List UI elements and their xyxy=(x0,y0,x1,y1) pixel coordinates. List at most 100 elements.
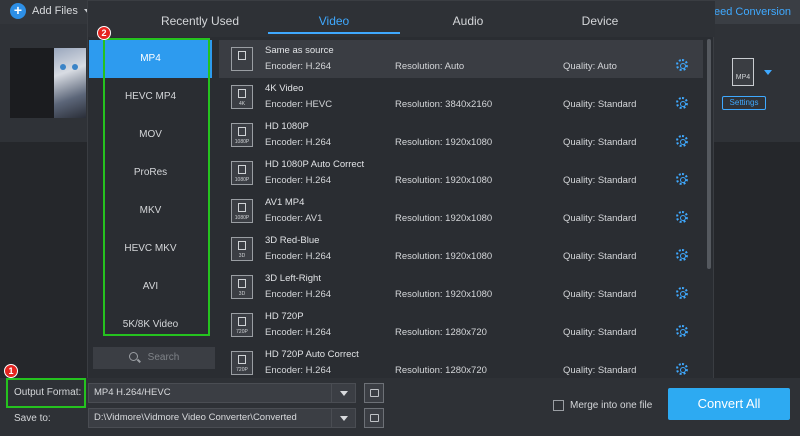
preset-encoder: Encoder: H.264 xyxy=(265,251,332,262)
preset-encoder: Encoder: AV1 xyxy=(265,213,323,224)
tab-device[interactable]: Device xyxy=(540,1,660,37)
cube-glyph xyxy=(238,241,246,250)
film-glyph xyxy=(238,89,246,98)
output-format-label: Output Format: xyxy=(14,387,82,398)
format-item-hevc-mkv[interactable]: HEVC MKV xyxy=(89,230,212,268)
gear-icon[interactable] xyxy=(676,287,688,299)
film-glyph xyxy=(238,355,246,364)
preset-icon-label: 720P xyxy=(236,329,248,335)
gear-icon[interactable] xyxy=(676,173,688,185)
format-item-5k8k-video[interactable]: 5K/8K Video xyxy=(89,306,212,344)
tab-recently-used[interactable]: Recently Used xyxy=(140,1,260,37)
gear-icon[interactable] xyxy=(676,97,688,109)
preset-name: 3D Red-Blue xyxy=(265,235,320,246)
preset-encoder: Encoder: HEVC xyxy=(265,99,333,110)
preset-list: Same as source Encoder: H.264 Resolution… xyxy=(219,39,705,382)
preset-encoder: Encoder: H.264 xyxy=(265,61,332,72)
annotation-badge-1: 1 xyxy=(4,364,18,378)
format-item-hevc-mp4[interactable]: HEVC MP4 xyxy=(89,78,212,116)
preset-name: HD 720P xyxy=(265,311,304,322)
chevron-down-icon[interactable] xyxy=(331,409,355,427)
format-item-mp4[interactable]: MP4 xyxy=(89,40,212,78)
preset-encoder: Encoder: H.264 xyxy=(265,289,332,300)
preset-resolution: Resolution: Auto xyxy=(395,61,465,72)
save-to-select[interactable]: D:\Vidmore\Vidmore Video Converter\Conve… xyxy=(88,408,356,428)
preset-resolution: Resolution: 1920x1080 xyxy=(395,251,493,262)
cube-glyph xyxy=(238,279,246,288)
preset-name: AV1 MP4 xyxy=(265,197,305,208)
preset-name: HD 1080P xyxy=(265,121,309,132)
tab-audio[interactable]: Audio xyxy=(408,1,528,37)
cat-thumbnail-image xyxy=(54,48,86,118)
gear-icon[interactable] xyxy=(676,363,688,375)
1080p-icon: 1080P xyxy=(231,161,253,185)
file-glyph xyxy=(238,51,246,60)
merge-option[interactable]: Merge into one file xyxy=(553,400,652,411)
format-search-input[interactable]: Search xyxy=(93,347,215,369)
video-thumbnail[interactable] xyxy=(10,48,86,118)
preset-encoder: Encoder: H.264 xyxy=(265,365,332,376)
search-placeholder: Search xyxy=(147,352,180,363)
settings-glyph-icon xyxy=(370,389,379,397)
list-item[interactable]: 1080P AV1 MP4 Encoder: AV1 Resolution: 1… xyxy=(219,192,703,230)
preset-icon-label: 1080P xyxy=(234,139,250,145)
save-to-label: Save to: xyxy=(14,413,51,424)
merge-checkbox[interactable] xyxy=(553,400,564,411)
list-item[interactable]: 1080P HD 1080P Auto Correct Encoder: H.2… xyxy=(219,154,703,192)
list-item[interactable]: 4K 4K Video Encoder: HEVC Resolution: 38… xyxy=(219,78,703,116)
preset-resolution: Resolution: 3840x2160 xyxy=(395,99,493,110)
app-window: + Add Files eed Conversion MP4 Settings … xyxy=(0,0,800,436)
format-item-prores[interactable]: ProRes xyxy=(89,154,212,192)
mp4-format-icon[interactable]: MP4 xyxy=(732,58,754,86)
list-item[interactable]: 720P HD 720P Auto Correct Encoder: H.264… xyxy=(219,344,703,382)
format-item-mkv[interactable]: MKV xyxy=(89,192,212,230)
preset-icon-label: 1080P xyxy=(234,215,250,221)
format-tabs: Recently Used Video Audio Device xyxy=(88,1,715,37)
preset-quality: Quality: Standard xyxy=(563,251,637,262)
settings-button[interactable]: Settings xyxy=(722,96,766,110)
preset-resolution: Resolution: 1920x1080 xyxy=(395,213,493,224)
3d-icon: 3D xyxy=(231,237,253,261)
preset-name: 4K Video xyxy=(265,83,304,94)
gear-icon[interactable] xyxy=(676,135,688,147)
gear-icon[interactable] xyxy=(676,325,688,337)
same-as-source-icon xyxy=(231,47,253,71)
add-files-button[interactable]: + Add Files xyxy=(10,3,92,19)
preset-scrollbar[interactable] xyxy=(707,39,711,269)
720p-icon: 720P xyxy=(231,313,253,337)
chevron-down-icon[interactable] xyxy=(764,70,772,75)
3d-icon: 3D xyxy=(231,275,253,299)
list-item[interactable]: 1080P HD 1080P Encoder: H.264 Resolution… xyxy=(219,116,703,154)
preset-encoder: Encoder: H.264 xyxy=(265,327,332,338)
format-settings-button[interactable] xyxy=(364,383,384,403)
preset-resolution: Resolution: 1280x720 xyxy=(395,327,487,338)
chevron-down-icon[interactable] xyxy=(331,384,355,402)
format-item-avi[interactable]: AVI xyxy=(89,268,212,306)
gear-icon[interactable] xyxy=(676,211,688,223)
720p-icon: 720P xyxy=(231,351,253,375)
preset-icon-label: 3D xyxy=(238,291,246,297)
open-folder-button[interactable] xyxy=(364,408,384,428)
preset-encoder: Encoder: H.264 xyxy=(265,175,332,186)
gear-icon[interactable] xyxy=(676,59,688,71)
format-item-mov[interactable]: MOV xyxy=(89,116,212,154)
list-item[interactable]: 3D 3D Left-Right Encoder: H.264 Resoluti… xyxy=(219,268,703,306)
gear-icon[interactable] xyxy=(676,249,688,261)
list-item[interactable]: 720P HD 720P Encoder: H.264 Resolution: … xyxy=(219,306,703,344)
add-files-label: Add Files xyxy=(32,5,78,17)
list-item[interactable]: Same as source Encoder: H.264 Resolution… xyxy=(219,40,703,78)
preset-quality: Quality: Standard xyxy=(563,99,637,110)
convert-all-button[interactable]: Convert All xyxy=(668,388,790,420)
folder-icon xyxy=(370,414,379,422)
search-icon xyxy=(128,352,138,361)
preset-name: 3D Left-Right xyxy=(265,273,321,284)
4k-icon: 4K xyxy=(231,85,253,109)
list-item[interactable]: 3D 3D Red-Blue Encoder: H.264 Resolution… xyxy=(219,230,703,268)
preset-quality: Quality: Standard xyxy=(563,327,637,338)
preset-quality: Quality: Standard xyxy=(563,137,637,148)
speed-conversion-label[interactable]: eed Conversion xyxy=(704,0,800,24)
preset-name: HD 1080P Auto Correct xyxy=(265,159,365,170)
preset-resolution: Resolution: 1920x1080 xyxy=(395,137,493,148)
1080p-icon: 1080P xyxy=(231,199,253,223)
output-format-select[interactable]: MP4 H.264/HEVC xyxy=(88,383,356,403)
